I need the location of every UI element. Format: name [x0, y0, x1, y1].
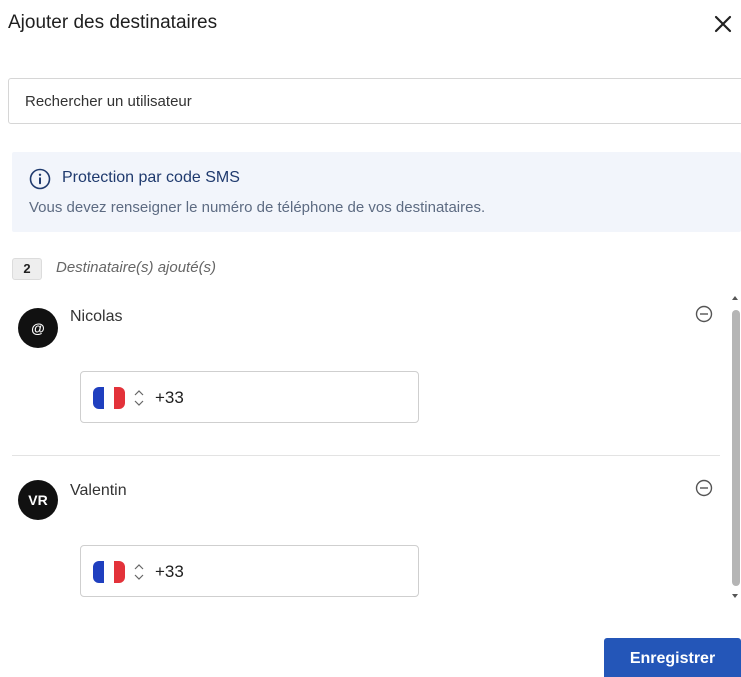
remove-recipient-icon[interactable] [694, 304, 714, 324]
search-input[interactable] [8, 78, 741, 124]
chevron-up-down-icon[interactable] [133, 387, 145, 409]
recipient-item: @ Nicolas +33 [0, 296, 721, 446]
recipient-count-label: Destinataire(s) ajouté(s) [56, 259, 217, 276]
phone-field[interactable]: +33 [80, 545, 419, 597]
sms-protection-notice: Protection par code SMS Vous devez rense… [12, 152, 741, 232]
france-flag-icon[interactable] [93, 387, 125, 409]
close-icon [714, 15, 732, 33]
remove-recipient-icon[interactable] [694, 478, 714, 498]
recipient-count-badge: 2 [12, 258, 42, 280]
scroll-down-arrow[interactable] [732, 594, 738, 598]
dial-code[interactable]: +33 [155, 387, 184, 409]
notice-text: Vous devez renseigner le numéro de télép… [29, 199, 486, 216]
recipient-name: Nicolas [70, 308, 123, 325]
scrollbar[interactable] [730, 296, 741, 602]
avatar: VR [18, 480, 58, 520]
chevron-up-down-icon[interactable] [133, 561, 145, 583]
modal-title: Ajouter des destinataires [8, 12, 218, 33]
divider [12, 455, 720, 456]
avatar: @ [18, 308, 58, 348]
france-flag-icon[interactable] [93, 561, 125, 583]
notice-title: Protection par code SMS [62, 169, 240, 186]
save-button[interactable]: Enregistrer [604, 638, 741, 677]
scroll-up-arrow[interactable] [732, 296, 738, 300]
scroll-thumb[interactable] [732, 310, 740, 586]
recipient-name: Valentin [70, 482, 127, 499]
dial-code[interactable]: +33 [155, 561, 184, 583]
info-icon [29, 168, 51, 190]
phone-field[interactable]: +33 [80, 371, 419, 423]
close-button[interactable] [709, 10, 737, 38]
recipient-item: VR Valentin +33 [0, 470, 721, 620]
